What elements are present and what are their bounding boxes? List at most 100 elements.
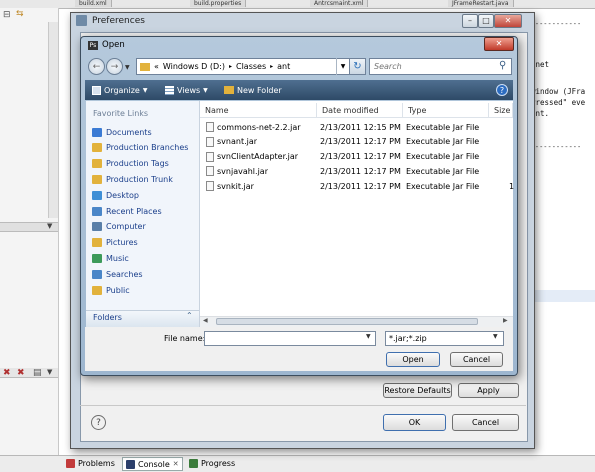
address-bar[interactable]: « Windows D (D:) ▸ Classes ▸ ant [136,58,366,75]
favorite-link-label: Production Branches [106,143,189,153]
close-icon[interactable]: ✕ [173,460,179,468]
views-button[interactable]: Views ▼ [165,80,208,100]
column-type[interactable]: Type [403,103,489,117]
favorite-link-item[interactable]: Public [92,283,130,297]
file-name-dropdown-icon[interactable]: ▼ [366,333,371,340]
link-editor-icon[interactable]: ⇆ [16,9,24,19]
chevron-down-icon: ▼ [142,86,148,94]
file-date-cell: 2/13/2011 12:17 PM [320,167,401,176]
file-row[interactable]: svnkit.jar 2/13/2011 12:17 PM Executable J… [203,179,514,193]
current-line-highlight [533,290,595,302]
file-type-cell: Executable Jar File [406,182,479,191]
organize-button[interactable]: Organize ▼ [92,80,147,100]
ok-button[interactable]: OK [383,414,446,431]
tab-progress-label: Progress [201,458,236,468]
chevron-up-icon[interactable]: ⌃ [186,311,193,320]
back-button[interactable]: ← [88,58,105,75]
column-size[interactable]: Size [489,103,513,117]
path-segment-classes[interactable]: Classes [236,62,266,71]
scroll-right-icon[interactable]: ▶ [503,317,508,324]
preferences-maximize-button[interactable]: □ [478,14,494,28]
file-date-cell: 2/13/2011 12:15 PM [320,123,401,132]
favorite-link-item[interactable]: Desktop [92,188,139,202]
address-dropdown-icon[interactable]: ▼ [336,58,349,75]
file-type-select[interactable]: *.jar;*.zip [385,331,504,346]
file-date-cell-text: 2/13/2011 12:17 PM [320,181,401,191]
file-size-cell: 1 [509,182,514,191]
recent-locations-icon[interactable]: ▼ [125,64,130,71]
file-name-cell: commons-net-2.2.jar [206,122,301,132]
path-segment-drive[interactable]: Windows D (D:) [163,62,225,71]
forward-button[interactable]: → [106,58,123,75]
path-arrow-icon[interactable]: ▸ [229,63,232,70]
favorite-link-item[interactable]: Production Tags [92,157,169,171]
preferences-minimize-button[interactable]: – [462,14,478,28]
favorite-link-item[interactable]: Pictures [92,236,138,250]
favorite-link-item[interactable]: Searches [92,267,143,281]
file-name-cell-text: svnkit.jar [217,181,254,191]
file-row[interactable]: svnjavahl.jar 2/13/2011 12:17 PM Executabl… [203,164,511,178]
jar-file-icon [206,181,214,192]
restore-defaults-button[interactable]: Restore Defaults [383,383,452,398]
preferences-close-button[interactable]: ✕ [494,14,522,28]
scroll-left-icon[interactable]: ◀ [203,317,208,324]
tab-progress[interactable]: Progress [189,457,235,469]
editor-tab-build-properties[interactable]: build.properties [190,0,247,7]
file-size-cell-text: 1 [509,181,515,191]
apply-button[interactable]: Apply [458,383,519,398]
scroll-lock-icon[interactable]: ▤ [33,368,42,378]
open-cancel-button[interactable]: Cancel [450,352,503,367]
file-row[interactable]: svnClientAdapter.jar 2/13/2011 12:17 PM Ex… [203,150,511,164]
remove-icon[interactable]: ✖ [3,368,11,378]
path-arrow-icon[interactable]: ▸ [270,63,273,70]
tab-problems-label: Problems [78,458,115,468]
organize-label: Organize [104,85,140,95]
open-close-button[interactable]: ✕ [484,37,514,51]
file-date-cell: 2/13/2011 12:17 PM [320,137,401,146]
explorer-scrollbar[interactable] [48,22,58,218]
favorite-link-item[interactable]: Documents [92,125,152,139]
tab-console[interactable]: Console ✕ [122,457,183,471]
folder-icon [92,143,102,153]
favorite-link-item[interactable]: Recent Places [92,204,162,218]
file-name-cell: svnant.jar [206,136,257,147]
chevron-down-icon: ▼ [203,86,208,94]
view-menu-icon-2[interactable]: ▼ [47,368,52,376]
editor-tab-jframe[interactable]: JFrameRestart.java [448,0,514,7]
favorite-link-item[interactable]: Computer [92,220,146,234]
preferences-title: Preferences [92,16,145,26]
open-title: Open [102,40,125,50]
editor-tab-build-xml[interactable]: build.xml [75,0,112,7]
path-segment-ant[interactable]: ant [277,62,290,71]
file-row[interactable]: commons-net-2.2.jar 2/13/2011 12:15 PM Exe… [203,120,511,134]
tab-problems[interactable]: Problems [66,457,115,469]
favorite-link-item[interactable]: Production Trunk [92,172,173,186]
column-name[interactable]: Name [200,103,317,117]
search-icon[interactable]: ⚲ [499,60,506,71]
favorite-link-label: Recent Places [106,206,162,216]
jar-file-icon [206,151,214,162]
preferences-cancel-button[interactable]: Cancel [452,414,519,431]
column-date-modified[interactable]: Date modified [317,103,403,117]
refresh-icon[interactable]: ↻ [349,58,366,75]
file-name-cell: svnjavahl.jar [206,166,268,177]
new-folder-button[interactable]: New Folder [224,80,282,100]
open-button[interactable]: Open [386,352,440,367]
favorite-link-item[interactable]: Music [92,251,129,265]
file-name-label: File name: [164,334,206,343]
favorite-link-item[interactable]: Production Branches [92,141,188,155]
editor-tab-antrcs[interactable]: Antrcsmaint.xml [310,0,369,7]
collapse-icon[interactable]: ⊟ [3,10,11,20]
file-type-cell: Executable Jar File [406,123,479,132]
remove-all-icon[interactable]: ✖ [17,368,25,378]
horizontal-scrollbar[interactable]: ◀ ▶ [200,316,513,327]
help-icon[interactable]: ? [91,415,106,430]
file-name-input[interactable] [204,331,376,346]
scroll-thumb[interactable] [216,318,478,325]
help-icon[interactable]: ? [496,84,508,96]
view-menu-icon[interactable]: ▼ [47,222,52,230]
chevron-down-icon[interactable]: ▼ [493,333,498,340]
search-input[interactable]: Search [369,58,512,75]
preferences-app-icon [76,15,87,26]
file-row[interactable]: svnant.jar 2/13/2011 12:17 PM Executable J… [203,135,511,149]
